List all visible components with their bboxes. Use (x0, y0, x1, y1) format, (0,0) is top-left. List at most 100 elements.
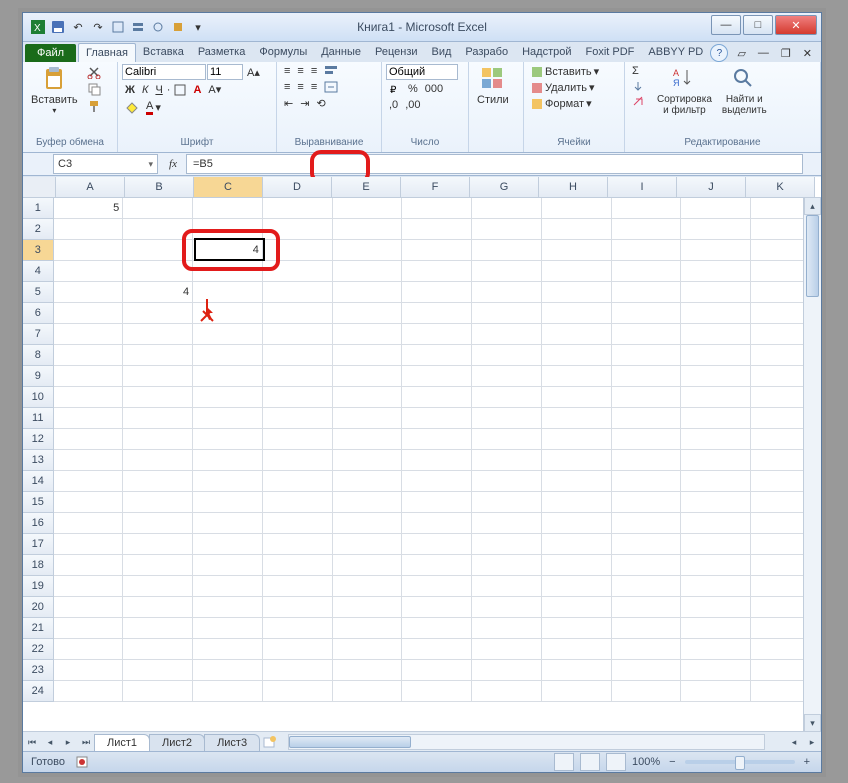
cell[interactable] (193, 303, 263, 324)
cell[interactable] (681, 450, 751, 471)
cell[interactable] (681, 492, 751, 513)
cell[interactable] (612, 681, 682, 702)
cell[interactable] (612, 618, 682, 639)
row-header[interactable]: 12 (23, 429, 54, 450)
cell[interactable] (123, 597, 193, 618)
cell[interactable] (263, 555, 333, 576)
column-header[interactable]: K (746, 177, 815, 198)
scroll-right-icon[interactable]: ▸ (803, 733, 821, 751)
close-button[interactable]: ✕ (775, 15, 817, 35)
row-header[interactable]: 2 (23, 219, 54, 240)
cell[interactable] (123, 198, 193, 219)
tab-надстрой[interactable]: Надстрой (515, 43, 578, 62)
row-header[interactable]: 9 (23, 366, 54, 387)
cell[interactable] (263, 534, 333, 555)
cell[interactable] (263, 408, 333, 429)
styles-button[interactable]: Стили (473, 64, 513, 108)
cell[interactable] (54, 513, 124, 534)
last-sheet-icon[interactable]: ⏭ (77, 733, 95, 751)
increase-font-icon[interactable]: A▴ (244, 65, 263, 80)
border-icon[interactable] (171, 83, 189, 97)
cell[interactable] (472, 660, 542, 681)
number-format-select[interactable] (386, 64, 458, 80)
cell[interactable] (193, 534, 263, 555)
undo-icon[interactable]: ↶ (69, 18, 87, 36)
cell[interactable] (193, 324, 263, 345)
cell[interactable] (123, 261, 193, 282)
copy-icon[interactable] (84, 81, 104, 97)
cell[interactable] (333, 660, 403, 681)
cell[interactable] (612, 219, 682, 240)
font-name-input[interactable] (122, 64, 206, 80)
cell[interactable] (402, 639, 472, 660)
cell[interactable] (542, 639, 612, 660)
cell[interactable] (54, 219, 124, 240)
cell[interactable] (54, 639, 124, 660)
cell[interactable] (333, 282, 403, 303)
cell[interactable] (542, 534, 612, 555)
sort-filter-button[interactable]: АЯ Сортировка и фильтр (653, 64, 716, 118)
cell[interactable] (472, 576, 542, 597)
minimize-ribbon-icon[interactable]: ▱ (734, 44, 748, 62)
cell[interactable] (333, 240, 403, 261)
cell[interactable] (542, 240, 612, 261)
delete-cells-button[interactable]: Удалить ▾ (528, 80, 598, 95)
cell[interactable] (542, 282, 612, 303)
cell[interactable] (333, 639, 403, 660)
cell[interactable] (263, 345, 333, 366)
qat-dropdown-icon[interactable]: ▾ (189, 18, 207, 36)
cell[interactable] (542, 261, 612, 282)
cell[interactable] (542, 618, 612, 639)
cell[interactable] (681, 639, 751, 660)
cell[interactable] (123, 576, 193, 597)
cell[interactable] (193, 366, 263, 387)
cell[interactable] (54, 261, 124, 282)
align-left-icon[interactable]: ≡ (281, 80, 293, 94)
cell[interactable] (402, 345, 472, 366)
cell[interactable] (612, 282, 682, 303)
cell[interactable] (402, 492, 472, 513)
cell[interactable] (542, 576, 612, 597)
cell[interactable] (263, 324, 333, 345)
zoom-knob[interactable] (735, 756, 745, 770)
sheet-tab[interactable]: Лист3 (204, 734, 260, 751)
cell[interactable] (333, 429, 403, 450)
cell[interactable] (123, 513, 193, 534)
cell[interactable] (472, 618, 542, 639)
align-right-icon[interactable]: ≡ (308, 80, 320, 94)
cell[interactable] (402, 471, 472, 492)
cell[interactable] (193, 513, 263, 534)
column-header[interactable]: J (677, 177, 746, 198)
horizontal-scrollbar[interactable] (288, 734, 765, 750)
cell[interactable] (263, 681, 333, 702)
cell[interactable] (472, 303, 542, 324)
cell[interactable] (54, 240, 124, 261)
cell[interactable] (333, 366, 403, 387)
row-header[interactable]: 8 (23, 345, 54, 366)
window-close-icon[interactable]: ✕ (800, 44, 815, 62)
cell[interactable] (263, 639, 333, 660)
cell[interactable] (542, 429, 612, 450)
cell[interactable] (333, 618, 403, 639)
cell[interactable] (402, 597, 472, 618)
cell[interactable] (612, 513, 682, 534)
name-box[interactable]: C3 ▾ (53, 154, 158, 174)
cell[interactable] (472, 555, 542, 576)
cell[interactable] (333, 576, 403, 597)
scroll-up-icon[interactable]: ▴ (804, 197, 821, 215)
cell[interactable] (193, 345, 263, 366)
cell[interactable] (542, 492, 612, 513)
cell[interactable] (472, 597, 542, 618)
column-header[interactable]: D (263, 177, 332, 198)
next-sheet-icon[interactable]: ▸ (59, 733, 77, 751)
cell[interactable] (612, 492, 682, 513)
increase-decimal-icon[interactable]: ,0 (386, 98, 401, 112)
cell[interactable] (263, 429, 333, 450)
scroll-left-icon[interactable]: ◂ (785, 733, 803, 751)
fill-color-icon[interactable] (122, 100, 142, 116)
cell[interactable] (542, 408, 612, 429)
cell[interactable] (193, 660, 263, 681)
cell[interactable] (612, 597, 682, 618)
select-all-corner[interactable] (23, 177, 56, 198)
column-header[interactable]: C (194, 177, 263, 198)
